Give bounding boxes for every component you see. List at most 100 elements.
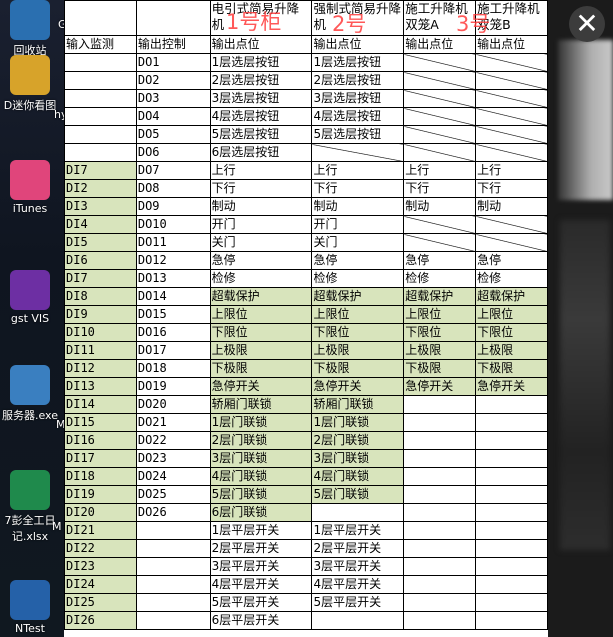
- output-cell: 开门: [209, 215, 313, 234]
- output-cell: 5层选层按钮: [311, 125, 405, 144]
- di-cell: DI16: [64, 431, 137, 450]
- table-row: DI19 DO25 5层门联锁 5层门联锁: [64, 485, 548, 504]
- column-header: 施工升降机双笼B: [475, 0, 548, 36]
- output-cell: 急停开关: [209, 377, 313, 396]
- table-row: DI13 DO19 急停开关 急停开关 急停开关 急停开关: [64, 377, 548, 396]
- table-row: DO3 3层选层按钮 3层选层按钮: [64, 89, 548, 108]
- output-cell: 2层门联锁: [209, 431, 313, 450]
- output-cell: 下限位: [403, 323, 477, 342]
- output-cell: [403, 125, 477, 144]
- do-cell: DO18: [135, 359, 211, 378]
- output-cell: [403, 233, 477, 252]
- desktop-icon-label: iTunes: [12, 202, 48, 215]
- column-subheader: 输出点位: [475, 35, 548, 54]
- table-row: DI7 DO13 检修 检修 检修 检修: [64, 269, 548, 288]
- output-cell: 上行: [403, 161, 477, 180]
- table-row: DO5 5层选层按钮 5层选层按钮: [64, 125, 548, 144]
- output-cell: 4层门联锁: [209, 467, 313, 486]
- table-row: DO2 2层选层按钮 2层选层按钮: [64, 71, 548, 90]
- output-cell: 急停开关: [475, 377, 548, 396]
- di-cell: DI18: [64, 467, 137, 486]
- di-cell: DI26: [64, 611, 137, 630]
- output-cell: 急停: [311, 251, 405, 270]
- output-cell: [403, 539, 477, 558]
- output-cell: 下行: [475, 179, 548, 198]
- do-cell: DO25: [135, 485, 211, 504]
- io-table: 电引式简易升降机 强制式简易升降机 施工升降机双笼A 施工升降机双笼B 输入监测 输出控制…: [64, 0, 548, 630]
- table-row: DI18 DO24 4层门联锁 4层门联锁: [64, 467, 548, 486]
- table-row: DI3 DO9 制动 制动 制动 制动: [64, 197, 548, 216]
- desktop-icon[interactable]: 服务器.exe: [0, 365, 60, 423]
- output-cell: 6层平层开关: [209, 611, 313, 630]
- desktop-icon-label: 7彭全工日记.xlsx: [4, 514, 56, 543]
- output-cell: 6层门联锁: [209, 503, 313, 522]
- output-cell: [475, 71, 548, 90]
- output-cell: [475, 557, 548, 576]
- output-cell: [475, 593, 548, 612]
- desktop-icon[interactable]: iTunes: [0, 160, 60, 215]
- do-cell: DO12: [135, 251, 211, 270]
- table-row: DI5 DO11 关门 关门: [64, 233, 548, 252]
- desktop-icon[interactable]: 回收站: [0, 0, 60, 58]
- table-subheader-row: 输入监测 输出控制 输出点位 输出点位 输出点位 输出点位: [64, 35, 548, 54]
- column-header: [64, 0, 137, 36]
- close-button[interactable]: ✕: [569, 6, 605, 42]
- background-photo-highlight: [558, 40, 613, 200]
- output-cell: [403, 71, 477, 90]
- output-cell: 检修: [311, 269, 405, 288]
- output-cell: [475, 431, 548, 450]
- output-cell: 制动: [209, 197, 313, 216]
- output-cell: 1层门联锁: [209, 413, 313, 432]
- desktop-icon[interactable]: gst VIS: [0, 270, 60, 325]
- do-cell: DO4: [135, 107, 211, 126]
- table-row: DI10 DO16 下限位 下限位 下限位 下限位: [64, 323, 548, 342]
- app-icon: [10, 270, 50, 310]
- table-row: DI11 DO17 上极限 上极限 上极限 上极限: [64, 341, 548, 360]
- output-cell: 2层门联锁: [311, 431, 405, 450]
- column-header: 施工升降机双笼A: [403, 0, 477, 36]
- do-cell: DO1: [135, 53, 211, 72]
- di-cell: [64, 53, 137, 72]
- output-cell: 超载保护: [403, 287, 477, 306]
- desktop-icon[interactable]: 7彭全工日记.xlsx: [0, 470, 60, 544]
- viewer-background: [548, 0, 613, 637]
- do-cell: DO16: [135, 323, 211, 342]
- column-header: 强制式简易升降机: [311, 0, 405, 36]
- do-cell: DO14: [135, 287, 211, 306]
- do-cell: DO13: [135, 269, 211, 288]
- table-row: DI16 DO22 2层门联锁 2层门联锁: [64, 431, 548, 450]
- do-cell: [135, 611, 211, 630]
- do-cell: DO20: [135, 395, 211, 414]
- column-subheader: 输出控制: [135, 35, 211, 54]
- output-cell: 检修: [475, 269, 548, 288]
- output-cell: 下极限: [311, 359, 405, 378]
- di-cell: DI5: [64, 233, 137, 252]
- table-row: DI23 3层平层开关 3层平层开关: [64, 557, 548, 576]
- do-cell: DO9: [135, 197, 211, 216]
- output-cell: 2层选层按钮: [311, 71, 405, 90]
- desktop-icon[interactable]: D迷你看图: [0, 55, 60, 113]
- di-cell: DI22: [64, 539, 137, 558]
- di-cell: DI10: [64, 323, 137, 342]
- output-cell: [403, 593, 477, 612]
- output-cell: [475, 539, 548, 558]
- output-cell: [403, 503, 477, 522]
- output-cell: 上行: [209, 161, 313, 180]
- di-cell: [64, 89, 137, 108]
- output-cell: 上限位: [475, 305, 548, 324]
- output-cell: [311, 143, 405, 162]
- output-cell: 1层平层开关: [311, 521, 405, 540]
- output-cell: 急停开关: [311, 377, 405, 396]
- output-cell: [475, 449, 548, 468]
- output-cell: 制动: [311, 197, 405, 216]
- do-cell: DO15: [135, 305, 211, 324]
- desktop-icon[interactable]: NTest: [0, 580, 60, 635]
- table-row: DI9 DO15 上限位 上限位 上限位 上限位: [64, 305, 548, 324]
- output-cell: 下极限: [475, 359, 548, 378]
- desktop-icon-label: D迷你看图: [3, 99, 57, 112]
- column-subheader: 输入监测: [64, 35, 137, 54]
- output-cell: 5层平层开关: [209, 593, 313, 612]
- output-cell: 上限位: [311, 305, 405, 324]
- column-subheader: 输出点位: [403, 35, 477, 54]
- do-cell: [135, 557, 211, 576]
